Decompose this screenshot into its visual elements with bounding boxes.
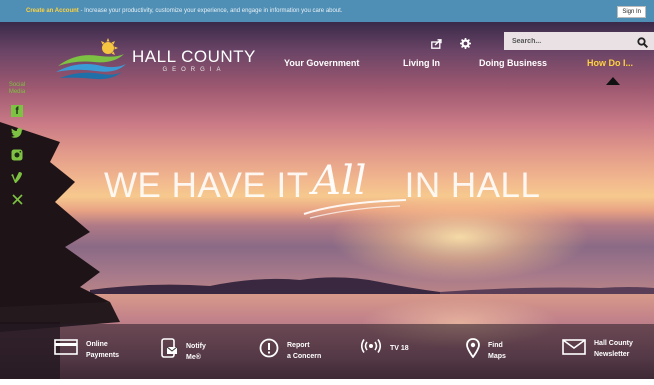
account-banner-text: Create an Account - Increase your produc… [26, 8, 343, 14]
quicklink-label: Maps [488, 352, 506, 360]
quicklink-report-concern[interactable]: Report a Concern [259, 338, 321, 363]
quicklink-label: Newsletter [594, 351, 630, 358]
nav-how-do-i[interactable]: How Do I... [587, 58, 633, 68]
twitter-icon[interactable] [11, 127, 23, 139]
search-icon[interactable] [637, 35, 649, 53]
card-icon [54, 338, 78, 361]
quicklink-tv18[interactable]: TV 18 [360, 338, 409, 359]
quicklink-label: Online [86, 340, 108, 348]
nav-your-government[interactable]: Your Government [284, 58, 359, 68]
quicklink-label: Report [287, 341, 310, 349]
facebook-icon[interactable]: f [11, 105, 23, 117]
quicklink-label: Find [488, 341, 503, 349]
account-banner-message: - Increase your productivity, customize … [78, 8, 343, 14]
gear-icon[interactable] [460, 36, 471, 54]
social-media-label: Social Media [8, 82, 26, 95]
close-social-icon[interactable] [11, 193, 23, 205]
account-banner: Create an Account - Increase your produc… [0, 0, 654, 22]
create-account-link[interactable]: Create an Account [26, 8, 79, 14]
page-bottom-edge [0, 379, 654, 385]
search-input[interactable] [512, 37, 622, 45]
map-pin-icon [466, 338, 480, 363]
logo-subtitle: GEORGIA [162, 66, 226, 73]
search-box[interactable] [504, 32, 654, 50]
quicklink-find-maps[interactable]: Find Maps [466, 338, 506, 363]
quicklink-label: Hall County [594, 340, 633, 347]
quicklink-notify-me[interactable]: Notify Me® [160, 338, 206, 365]
instagram-icon[interactable] [11, 149, 23, 161]
quicklink-label: TV 18 [390, 345, 409, 352]
quicklink-label: Payments [86, 351, 120, 359]
logo-name: HALL COUNTY [132, 46, 256, 66]
quicklink-newsletter[interactable]: Hall County Newsletter [562, 338, 633, 360]
nav-doing-business[interactable]: Doing Business [479, 58, 547, 68]
tagline-swoosh [303, 199, 407, 219]
quicklink-label: Me® [186, 353, 201, 361]
social-media-bar: Social Media f [6, 82, 28, 210]
quicklink-online-payments[interactable]: Online Payments [54, 338, 119, 361]
broadcast-icon [360, 338, 382, 359]
envelope-icon [562, 338, 586, 360]
share-icon[interactable] [431, 36, 442, 54]
notify-icon [160, 338, 178, 365]
sign-in-button[interactable]: Sign In [617, 6, 646, 18]
tagline-right: IN HALL [404, 166, 541, 205]
nav-living-in[interactable]: Living In [403, 58, 440, 68]
tagline-left: WE HAVE IT [104, 166, 309, 205]
quicklink-label: a Concern [287, 352, 322, 360]
quicklink-label: Notify [186, 342, 206, 350]
vimeo-icon[interactable] [11, 171, 23, 183]
hall-county-emblem [56, 38, 126, 80]
alert-icon [259, 338, 279, 363]
hall-county-logo[interactable]: HALL COUNTY GEORGIA [56, 38, 256, 82]
active-nav-indicator [606, 77, 620, 85]
